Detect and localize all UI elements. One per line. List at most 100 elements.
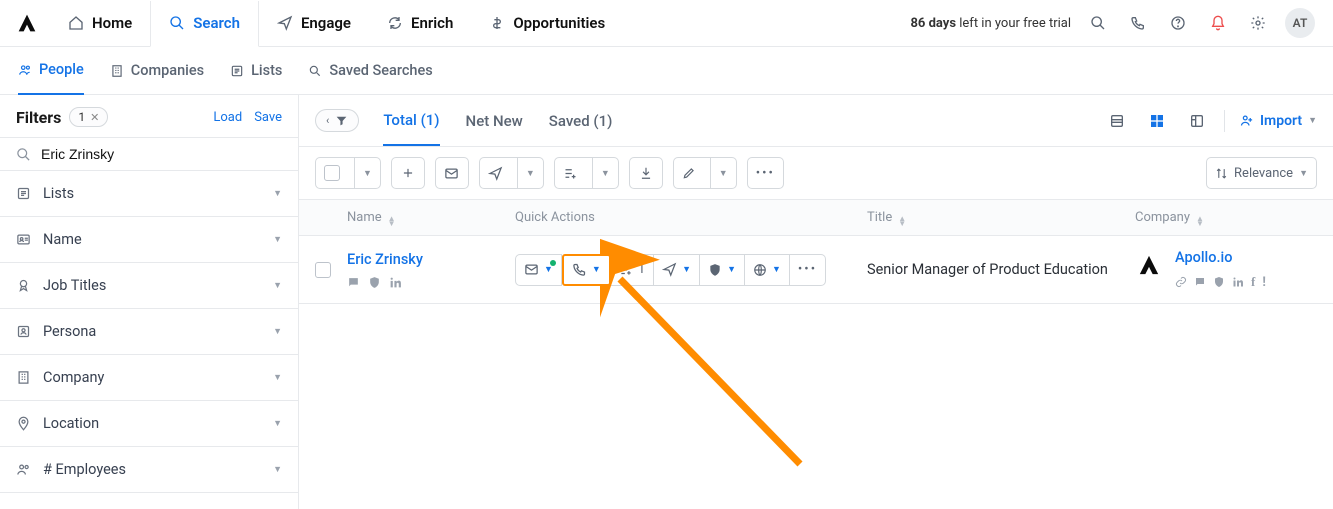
filter-company[interactable]: Company ▼: [0, 355, 298, 401]
chevron-down-icon: ▼: [273, 372, 282, 383]
filter-job-titles[interactable]: Job Titles ▼: [0, 263, 298, 309]
caret-down-icon: ▼: [682, 264, 691, 275]
avatar[interactable]: AT: [1285, 8, 1315, 38]
people-icon: [16, 462, 31, 477]
globe-icon: [753, 263, 767, 277]
qa-globe-button[interactable]: ▼: [745, 254, 790, 286]
tab-total[interactable]: Total (1): [383, 95, 439, 146]
save-link[interactable]: Save: [254, 110, 282, 125]
caret-down-icon: ▼: [544, 264, 553, 275]
relevance-button[interactable]: Relevance ▼: [1206, 157, 1317, 189]
edit-button[interactable]: ▼: [673, 157, 737, 189]
company-link[interactable]: Apollo.io: [1175, 249, 1266, 266]
nav-label: Home: [92, 14, 132, 32]
filters-title: Filters: [16, 108, 61, 127]
subnav-people[interactable]: People: [18, 47, 84, 95]
list-add-icon: [563, 166, 578, 181]
sequence-button[interactable]: ▼: [479, 157, 544, 189]
qa-call-button[interactable]: ▼: [562, 254, 611, 286]
shield-icon[interactable]: [368, 276, 381, 289]
linkedin-icon[interactable]: [389, 276, 402, 289]
filter-count-chip[interactable]: 1 ✕: [69, 107, 108, 127]
table-header: Name▲▼ Quick Actions Title▲▼ Company▲▼: [299, 200, 1333, 236]
qa-email-button[interactable]: ▼: [515, 254, 562, 286]
filter-employees[interactable]: # Employees ▼: [0, 447, 298, 493]
help-icon-button[interactable]: [1165, 10, 1191, 36]
filter-search-row[interactable]: [0, 137, 298, 171]
table-row: Eric Zrinsky ▼ ▼: [299, 236, 1333, 304]
phone-icon-button[interactable]: [1125, 10, 1151, 36]
view-grid-icon[interactable]: [1144, 108, 1170, 134]
col-company[interactable]: Company▲▼: [1135, 210, 1333, 226]
list-add-button[interactable]: ▼: [554, 157, 619, 189]
company-logo: [1135, 251, 1163, 279]
person-title: Senior Manager of Product Education: [867, 261, 1135, 278]
nav-search[interactable]: Search: [150, 1, 259, 47]
tab-net-new[interactable]: Net New: [466, 95, 523, 146]
send-icon: [277, 15, 293, 31]
qa-more-button[interactable]: •••: [790, 254, 826, 286]
quick-actions-group: ▼ ▼ 1 ▼ ▼: [515, 254, 867, 286]
row-checkbox[interactable]: [315, 262, 331, 278]
shield-icon[interactable]: [1213, 276, 1225, 288]
filter-lists[interactable]: Lists ▼: [0, 171, 298, 217]
filter-location[interactable]: Location ▼: [0, 401, 298, 447]
checkbox-icon: [324, 165, 340, 181]
nav-label: Opportunities: [513, 14, 605, 32]
facebook-icon[interactable]: f: [1251, 274, 1255, 290]
phone-icon: [572, 262, 587, 277]
qa-sequence-count[interactable]: 1: [611, 254, 654, 286]
nav-engage[interactable]: Engage: [259, 0, 369, 46]
download-icon: [639, 166, 653, 180]
caret-down-icon: ▼: [363, 168, 372, 179]
col-name[interactable]: Name▲▼: [347, 210, 515, 226]
view-list-icon[interactable]: [1104, 108, 1130, 134]
bulk-toolbar: ▼ ▼ ▼ ▼ ••• Relevance ▼: [299, 146, 1333, 200]
chat-icon[interactable]: [347, 276, 360, 289]
subnav-lists[interactable]: Lists: [230, 47, 282, 95]
linkedin-icon[interactable]: [1232, 276, 1244, 288]
list-icon: [16, 186, 31, 201]
person-name-link[interactable]: Eric Zrinsky: [347, 251, 515, 268]
select-all-button[interactable]: ▼: [315, 157, 381, 189]
list-icon: [230, 64, 244, 78]
list-add-icon: [619, 263, 633, 277]
subnav-saved-searches[interactable]: Saved Searches: [308, 47, 432, 95]
chevron-down-icon: ▼: [273, 234, 282, 245]
clear-filters-icon[interactable]: ✕: [90, 111, 99, 124]
nav-enrich[interactable]: Enrich: [369, 0, 471, 46]
collapse-filter-pill[interactable]: ‹: [315, 109, 359, 132]
col-title[interactable]: Title▲▼: [867, 210, 1135, 226]
export-button[interactable]: [629, 157, 663, 189]
nav-label: Engage: [301, 14, 351, 32]
qa-shield-button[interactable]: ▼: [700, 254, 745, 286]
tab-saved[interactable]: Saved (1): [549, 95, 613, 146]
sort-icon: [1215, 167, 1228, 180]
sort-icon: ▲▼: [388, 216, 396, 226]
alert-icon[interactable]: !: [1262, 275, 1266, 290]
nav-search-icon-button[interactable]: [1085, 10, 1111, 36]
filter-search-input[interactable]: [41, 146, 282, 162]
filter-icon: [335, 114, 348, 127]
filter-name[interactable]: Name ▼: [0, 217, 298, 263]
content-area: ‹ Total (1) Net New Saved (1) Import ▼: [299, 95, 1333, 509]
nav-home[interactable]: Home: [50, 0, 150, 46]
load-link[interactable]: Load: [213, 110, 242, 125]
chat-icon[interactable]: [1194, 276, 1206, 288]
col-quick-actions: Quick Actions: [515, 210, 867, 225]
caret-down-icon: ▼: [1299, 168, 1308, 179]
bell-icon-button[interactable]: [1205, 10, 1231, 36]
chevron-down-icon: ▼: [273, 326, 282, 337]
qa-send-button[interactable]: ▼: [654, 254, 700, 286]
email-button[interactable]: [435, 157, 469, 189]
link-icon[interactable]: [1175, 276, 1187, 288]
view-layout-icon[interactable]: [1184, 108, 1210, 134]
people-icon: [18, 63, 32, 77]
nav-opportunities[interactable]: Opportunities: [471, 0, 623, 46]
filter-persona[interactable]: Persona ▼: [0, 309, 298, 355]
gear-icon-button[interactable]: [1245, 10, 1271, 36]
import-button[interactable]: Import ▼: [1239, 113, 1317, 129]
subnav-companies[interactable]: Companies: [110, 47, 204, 95]
more-button[interactable]: •••: [747, 157, 784, 189]
add-button[interactable]: [391, 157, 425, 189]
